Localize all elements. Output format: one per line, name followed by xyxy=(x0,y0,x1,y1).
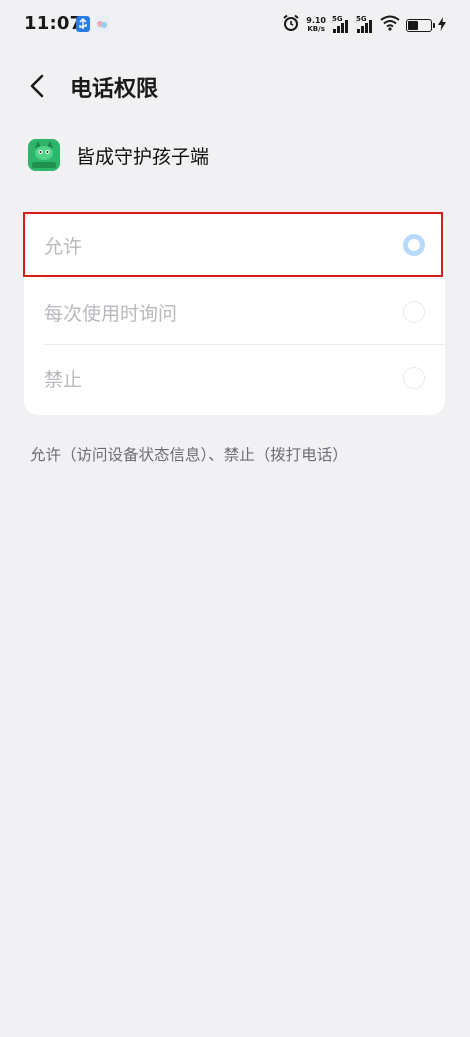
signal-label: 5G xyxy=(356,15,367,23)
network-speed-value: 9.10 xyxy=(306,16,326,25)
option-label: 每次使用时询问 xyxy=(44,303,178,325)
option-deny[interactable]: 禁止 xyxy=(24,345,445,409)
page-header: 电话权限 xyxy=(0,58,470,114)
app-name: 皆成守护孩子端 xyxy=(76,145,210,168)
page-title: 电话权限 xyxy=(70,77,159,102)
app-logo-icon xyxy=(28,139,60,171)
network-speed-unit: KB/s xyxy=(307,25,325,33)
chevron-left-icon xyxy=(20,74,56,108)
back-button[interactable] xyxy=(20,68,56,104)
alarm-icon xyxy=(282,14,300,36)
option-label: 禁止 xyxy=(44,369,83,391)
option-label: 允许 xyxy=(44,236,83,258)
signal-label: 5G xyxy=(332,15,343,23)
wifi-icon xyxy=(380,15,400,35)
radio-unselected-icon[interactable] xyxy=(403,367,425,389)
network-speed: 9.10 KB/s xyxy=(306,16,326,34)
radio-unselected-icon[interactable] xyxy=(403,301,425,323)
permission-options-card: 允许 每次使用时询问 禁止 xyxy=(24,212,445,415)
charging-icon xyxy=(438,16,446,35)
radio-selected-icon[interactable] xyxy=(403,234,425,256)
option-ask-every-time[interactable]: 每次使用时询问 xyxy=(24,279,445,343)
status-time: 11:07 xyxy=(24,13,83,34)
app-info-row: 皆成守护孩子端 xyxy=(28,138,209,172)
notification-app-icon xyxy=(95,16,109,32)
permission-description: 允许（访问设备状态信息）、禁止（拨打电话） xyxy=(30,446,348,464)
signal-5g-1-icon: 5G xyxy=(332,15,350,35)
option-allow[interactable]: 允许 xyxy=(24,212,445,276)
signal-5g-2-icon: 5G xyxy=(356,15,374,35)
battery-icon xyxy=(406,18,435,32)
usb-debug-icon xyxy=(76,16,90,32)
status-bar: 11:07 9.10 KB/s 5G 5G xyxy=(0,0,470,50)
